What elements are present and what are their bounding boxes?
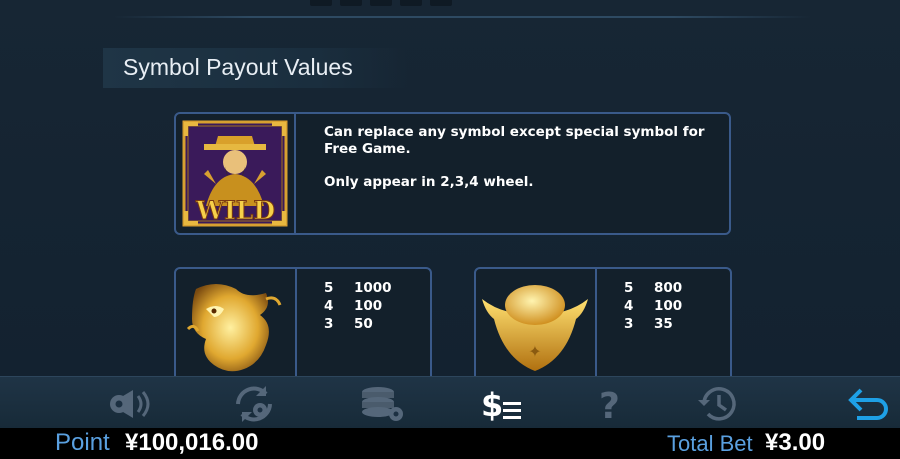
payout-row: 3 50 [324,315,392,333]
bet-chips-button[interactable] [357,383,407,425]
payout-count: 3 [624,316,634,332]
svg-text:✦: ✦ [528,342,541,361]
top-title-remnant [310,0,470,8]
payout-value: 50 [354,316,373,332]
history-button[interactable] [693,383,743,425]
back-icon [848,388,888,420]
wild-icon-cell: WILD [176,114,296,233]
payout-count: 3 [324,316,334,332]
payout-value: 100 [354,298,383,314]
wild-description-line2: Only appear in 2,3,4 wheel. [324,174,534,190]
gold-ingot-icon: ✦ [482,285,588,371]
paytable-button[interactable]: $ [478,383,528,425]
ingot-payout-list: 5 800 4 100 3 35 [624,279,682,333]
wild-symbol-card: WILD Can replace any symbol except speci… [174,112,731,235]
payout-row: 5 800 [624,279,682,297]
golden-dragon-icon [186,284,282,372]
help-icon: ? [599,386,620,424]
ingot-icon-cell: ✦ [476,269,597,376]
payout-count: 5 [324,280,334,296]
payout-row: 5 1000 [324,279,392,297]
payout-value: 1000 [354,280,392,296]
history-icon [698,387,736,421]
total-bet-label: Total Bet [667,431,753,456]
header-divider [112,16,812,18]
sound-settings-button[interactable] [104,383,154,425]
back-button[interactable] [846,383,896,425]
section-title: Symbol Payout Values [123,54,353,80]
payout-count: 4 [324,298,334,314]
payout-value: 35 [654,316,673,332]
sound-settings-icon [110,390,150,418]
point-value: ¥100,016.00 [125,429,259,456]
payout-row: 4 100 [324,297,392,315]
dragon-payout-list: 5 1000 4 100 3 50 [324,279,392,333]
paytable-icon: $ [481,386,521,424]
bet-chips-icon [362,387,403,421]
bottom-toolbar: $ ? [0,376,900,429]
payout-count: 5 [624,280,634,296]
wild-description-line1: Can replace any symbol except special sy… [324,124,705,157]
symbol-card-dragon: 5 1000 4 100 3 50 [174,267,432,376]
payout-count: 4 [624,298,634,314]
dragon-icon-cell [176,269,297,376]
section-header: Symbol Payout Values [103,48,408,88]
wild-badge: WILD [195,196,276,226]
wild-description: Can replace any symbol except special sy… [324,124,724,207]
help-button[interactable]: ? [586,383,636,425]
paytable-page: Symbol Payout Values WILD Can replace an… [0,0,900,376]
payout-value: 800 [654,280,683,296]
autoplay-icon [236,386,272,422]
total-bet-value: ¥3.00 [765,429,826,456]
autoplay-button[interactable] [229,383,279,425]
status-bar: Point ¥100,016.00 Total Bet ¥3.00 [0,428,900,459]
svg-text:$: $ [481,386,503,424]
point-label: Point [55,429,110,456]
symbol-card-ingot: ✦ 5 800 4 100 3 35 [474,267,732,376]
svg-text:?: ? [599,386,620,424]
payout-row: 4 100 [624,297,682,315]
payout-row: 3 35 [624,315,682,333]
payout-value: 100 [654,298,683,314]
